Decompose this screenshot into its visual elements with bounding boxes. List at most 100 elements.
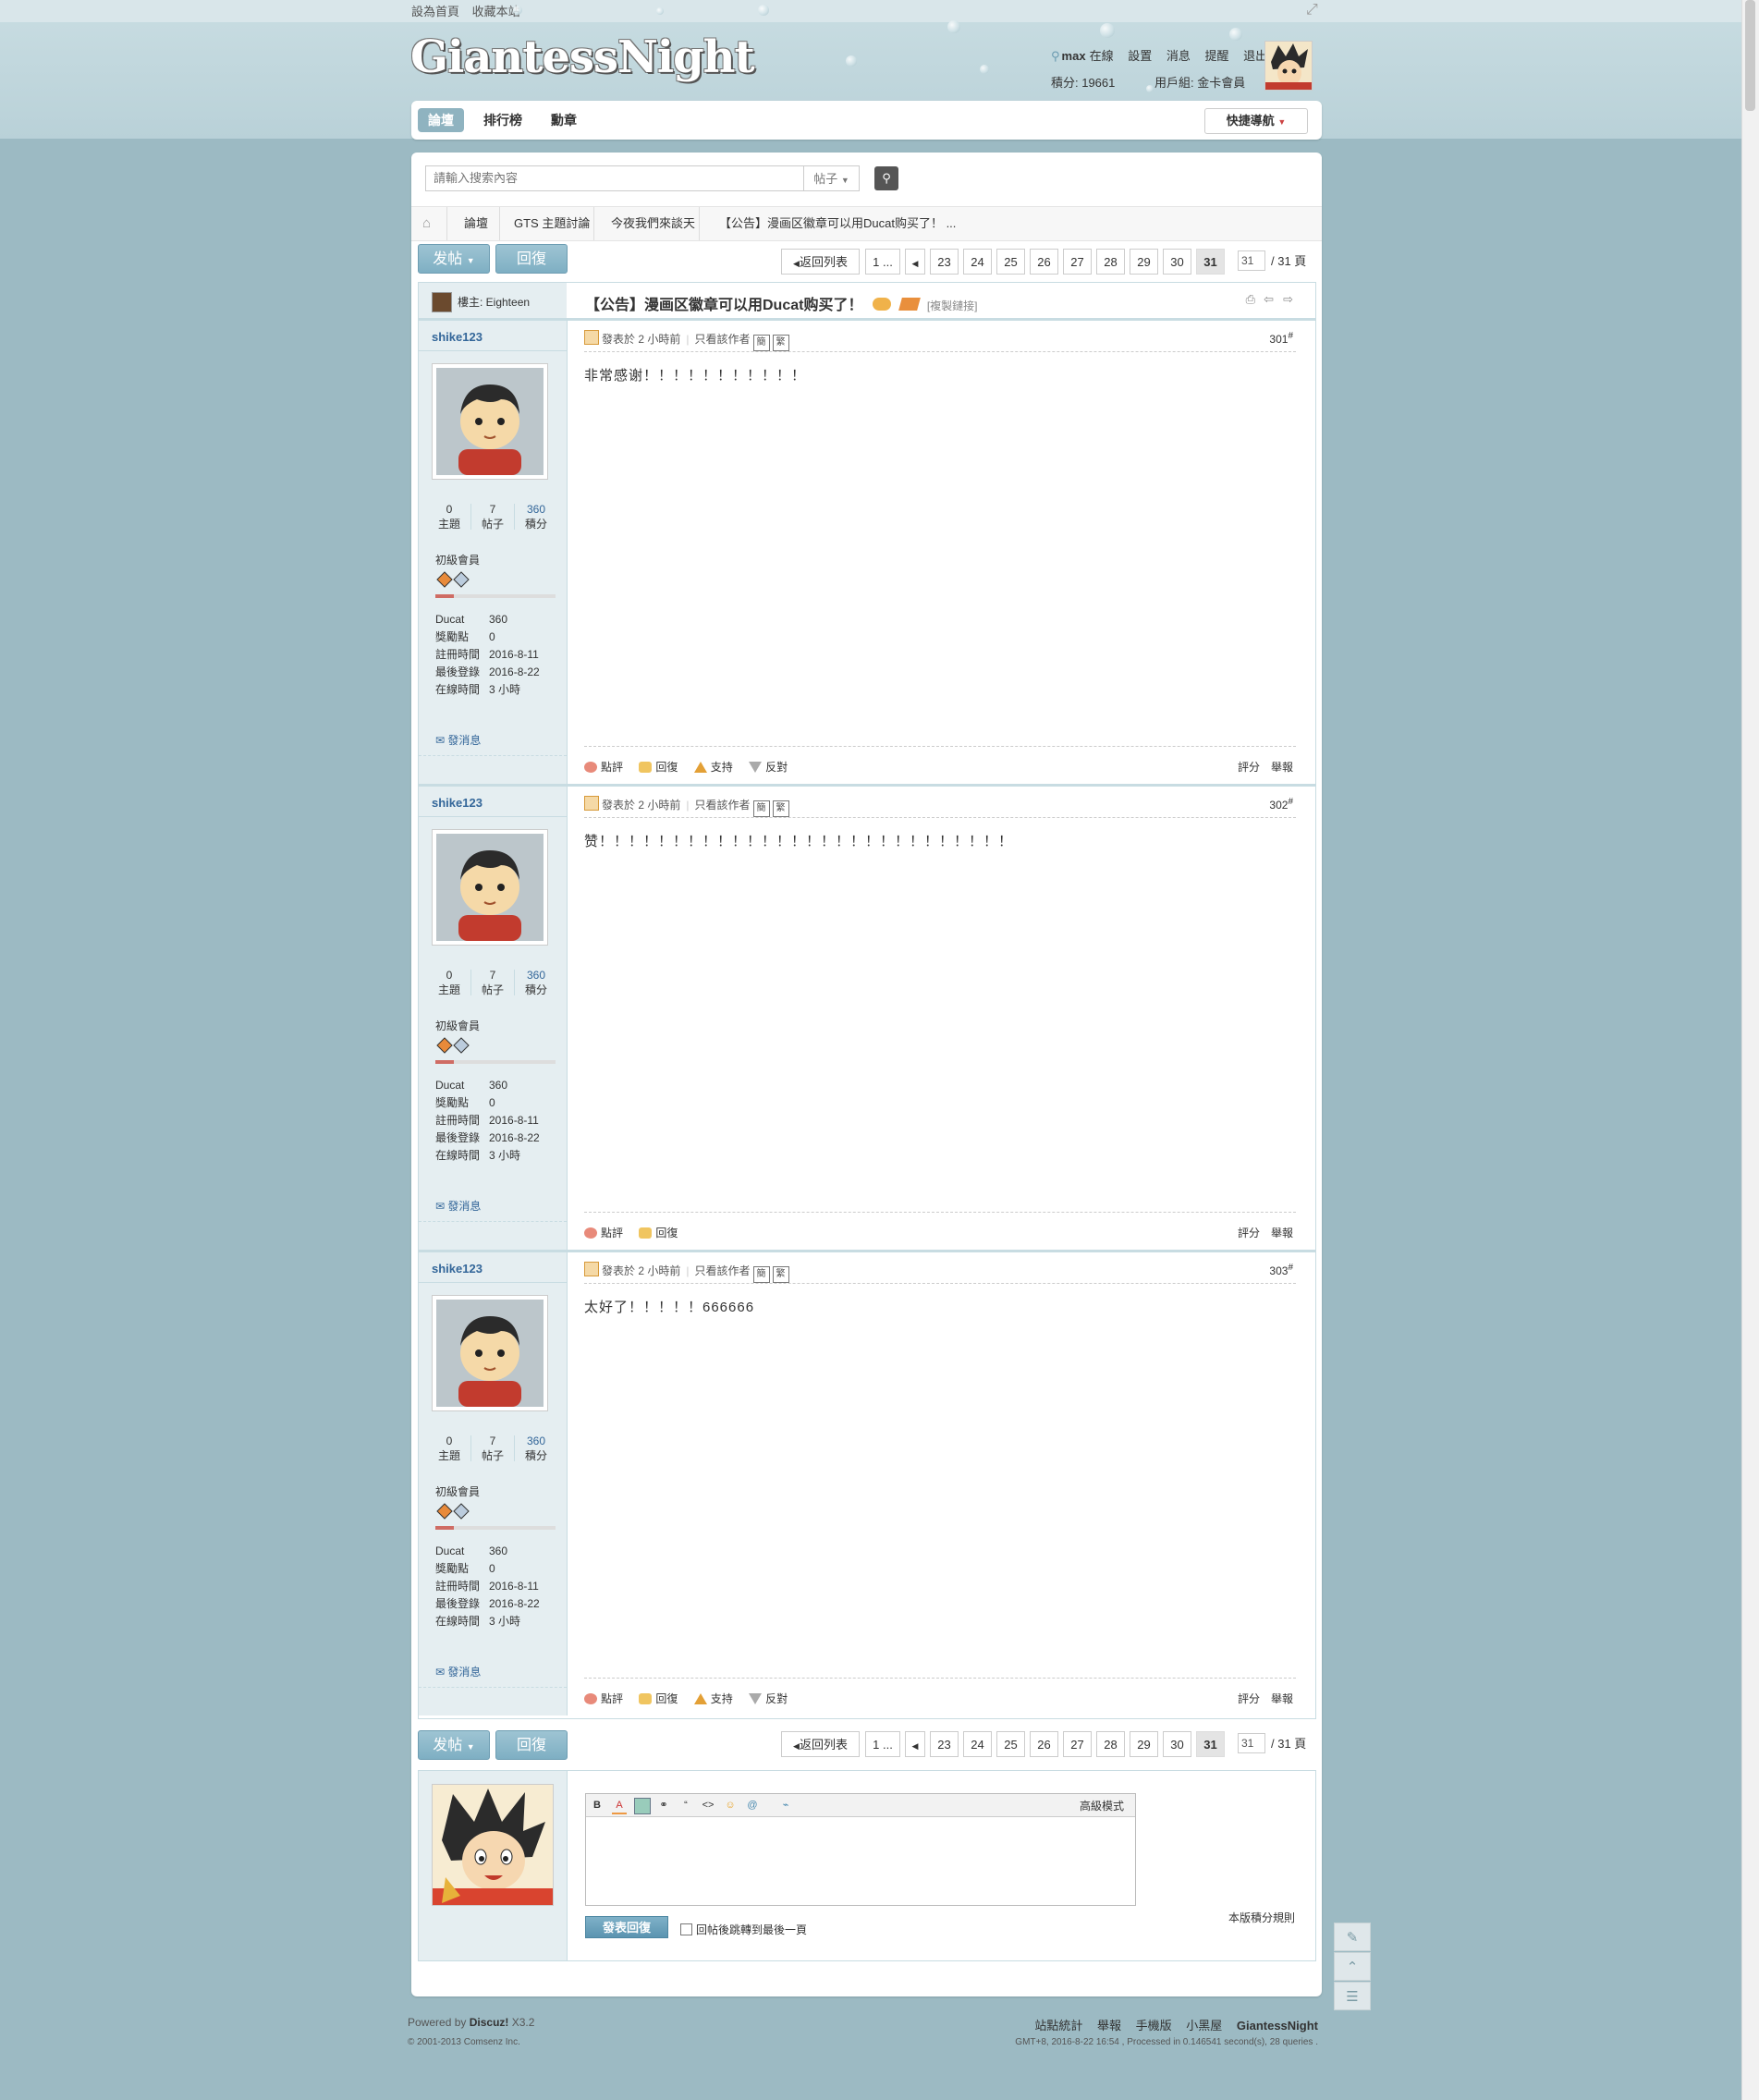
rate-link[interactable]: 評分	[1238, 761, 1260, 774]
send-message-button[interactable]: ✉ 發消息	[435, 732, 481, 748]
user-group[interactable]: 用戶組: 金卡會員	[1154, 73, 1245, 91]
user-rank[interactable]: 初級會員	[435, 1018, 480, 1033]
stat-threads[interactable]: 0 主題	[428, 502, 470, 531]
set-homepage-link[interactable]: 設為首頁	[411, 5, 459, 18]
submit-reply-button[interactable]: 發表回復	[585, 1916, 668, 1938]
reply-textarea[interactable]	[586, 1817, 1135, 1905]
prev-thread-icon[interactable]: ⇦	[1264, 292, 1274, 307]
nav-tab-medals[interactable]: 勳章	[541, 108, 587, 132]
bold-icon[interactable]: B	[590, 1798, 605, 1813]
footer-link-blacklist[interactable]: 小黑屋	[1186, 2019, 1222, 2033]
top-user-avatar[interactable]	[1264, 41, 1313, 91]
expand-icon[interactable]: ⤢	[1306, 2, 1318, 18]
page-prev[interactable]: ◀	[905, 1731, 925, 1757]
page-23[interactable]: 23	[930, 249, 959, 275]
reply-action[interactable]: 回復	[639, 1225, 678, 1240]
only-author-link[interactable]: 只看該作者	[695, 333, 751, 346]
home-icon[interactable]: ⌂	[422, 207, 431, 240]
report-link[interactable]: 舉報	[1271, 1227, 1293, 1239]
traditional-button[interactable]: 繁	[772, 335, 789, 351]
footer-link-stats[interactable]: 站點統計	[1034, 2019, 1082, 2033]
page-26[interactable]: 26	[1030, 249, 1058, 275]
traditional-button[interactable]: 繁	[772, 800, 789, 817]
stat-threads[interactable]: 0 主題	[428, 968, 470, 997]
only-author-link[interactable]: 只看該作者	[695, 1264, 751, 1277]
rate-link[interactable]: 評分	[1238, 1227, 1260, 1239]
breadcrumb-forum[interactable]: 論壇	[464, 207, 488, 240]
search-input[interactable]	[425, 165, 804, 191]
current-user-avatar[interactable]	[432, 1784, 554, 1906]
report-link[interactable]: 舉報	[1271, 761, 1293, 774]
search-type-select[interactable]: 帖子 ▼	[804, 165, 860, 191]
page-prev[interactable]: ◀	[905, 249, 925, 275]
simplified-button[interactable]: 簡	[752, 800, 770, 817]
oppose-action[interactable]: 反對	[749, 759, 788, 775]
breadcrumb-gts-discussion[interactable]: GTS 主題討論	[514, 207, 590, 240]
page-24[interactable]: 24	[963, 249, 992, 275]
footer-link-mobile[interactable]: 手機版	[1136, 2019, 1172, 2033]
new-post-button[interactable]: 发帖 ▼	[418, 244, 490, 274]
username-link[interactable]: max	[1062, 49, 1086, 63]
author-avatar[interactable]	[432, 1295, 548, 1411]
stat-posts[interactable]: 7 帖子	[471, 502, 514, 531]
settings-link[interactable]: 設置	[1128, 49, 1152, 63]
page-29[interactable]: 29	[1130, 1731, 1158, 1757]
search-button[interactable]: ⚲	[874, 166, 898, 190]
simplified-button[interactable]: 簡	[752, 335, 770, 351]
oppose-action[interactable]: 反對	[749, 1691, 788, 1706]
breadcrumb-tonight-chat[interactable]: 今夜我們來談天	[611, 207, 695, 240]
font-color-icon[interactable]: A	[612, 1798, 627, 1814]
nav-tab-ranking[interactable]: 排行榜	[473, 108, 532, 132]
stat-posts[interactable]: 7 帖子	[471, 968, 514, 997]
support-action[interactable]: 支持	[693, 1691, 733, 1706]
credit-rules-link[interactable]: 本版積分規則	[1228, 1910, 1295, 1925]
stat-credits[interactable]: 360 積分	[515, 502, 557, 531]
copy-link[interactable]: [複製鏈接]	[927, 299, 978, 312]
stat-posts[interactable]: 7 帖子	[471, 1434, 514, 1463]
code-icon[interactable]: <>	[701, 1798, 715, 1813]
comment-action[interactable]: 點評	[584, 1691, 623, 1706]
rate-link[interactable]: 評分	[1238, 1692, 1260, 1705]
image-icon[interactable]	[634, 1798, 651, 1814]
checkbox[interactable]	[680, 1923, 692, 1935]
user-rank[interactable]: 初級會員	[435, 552, 480, 568]
link-icon[interactable]: ⚭	[656, 1798, 671, 1813]
page-23[interactable]: 23	[930, 1731, 959, 1757]
stat-threads[interactable]: 0 主題	[428, 1434, 470, 1463]
jump-last-checkbox[interactable]: 回帖後跳轉到最後一頁	[680, 1922, 807, 1937]
page-30[interactable]: 30	[1163, 1731, 1191, 1757]
scrollbar-thumb[interactable]	[1745, 0, 1755, 111]
author-avatar[interactable]	[432, 363, 548, 480]
support-action[interactable]: 支持	[693, 759, 733, 775]
page-24[interactable]: 24	[963, 1731, 992, 1757]
page-27[interactable]: 27	[1063, 249, 1092, 275]
only-author-link[interactable]: 只看該作者	[695, 799, 751, 812]
page-25[interactable]: 25	[996, 249, 1025, 275]
page-28[interactable]: 28	[1096, 1731, 1125, 1757]
simplified-button[interactable]: 簡	[752, 1266, 770, 1283]
traditional-button[interactable]: 繁	[772, 1266, 789, 1283]
author-name[interactable]: shike123	[432, 330, 483, 344]
author-name[interactable]: shike123	[432, 1262, 483, 1276]
quote-icon[interactable]: “	[678, 1798, 693, 1813]
page-27[interactable]: 27	[1063, 1731, 1092, 1757]
send-message-button[interactable]: ✉ 發消息	[435, 1664, 481, 1679]
page-29[interactable]: 29	[1130, 249, 1158, 275]
quick-nav-button[interactable]: 快捷導航 ▼	[1204, 108, 1308, 134]
page-25[interactable]: 25	[996, 1731, 1025, 1757]
footer-link-report[interactable]: 舉報	[1097, 2019, 1121, 2033]
reply-action[interactable]: 回復	[639, 759, 678, 775]
reply-button[interactable]: 回復	[495, 244, 568, 274]
back-to-top-icon[interactable]: ⌃	[1334, 1952, 1371, 1981]
next-thread-icon[interactable]: ⇨	[1283, 292, 1293, 307]
notifications-link[interactable]: 提醒	[1204, 49, 1228, 63]
comment-action[interactable]: 點評	[584, 759, 623, 775]
page-jump-input[interactable]	[1238, 250, 1265, 271]
advanced-mode-link[interactable]: 高級模式	[1080, 1798, 1124, 1813]
floor-number[interactable]: 301#	[1269, 331, 1293, 346]
stat-credits[interactable]: 360 積分	[515, 1434, 557, 1463]
page-26[interactable]: 26	[1030, 1731, 1058, 1757]
new-post-button[interactable]: 发帖 ▼	[418, 1730, 490, 1760]
page-jump-input[interactable]	[1238, 1733, 1265, 1753]
mention-icon[interactable]: @	[745, 1798, 760, 1813]
